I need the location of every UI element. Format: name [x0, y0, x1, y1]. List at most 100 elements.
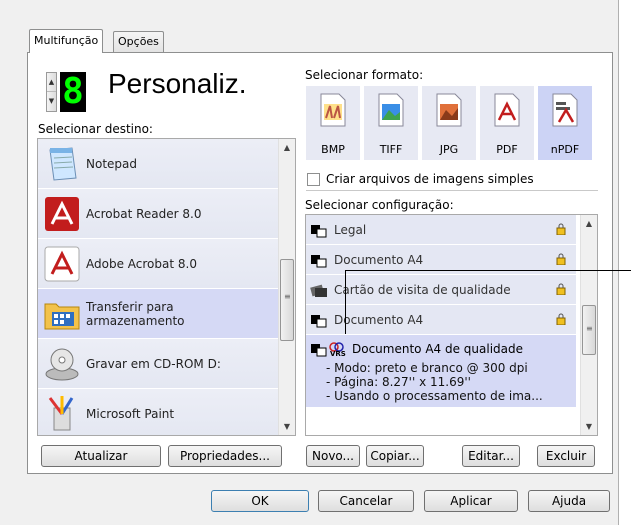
scanner-profile-icon: [311, 344, 327, 357]
configuration-item-label: Legal: [334, 222, 367, 237]
destination-list[interactable]: Notepad Acrobat Reader 8.0 Adobe Acrobat…: [37, 138, 296, 436]
lock-icon: [556, 313, 566, 325]
destination-item-label: Adobe Acrobat 8.0: [86, 256, 197, 271]
callout-line-vertical: [345, 270, 346, 334]
destination-item-label: Transferir para armazenamento: [86, 300, 184, 328]
tab-multifuncao[interactable]: Multifunção: [29, 29, 104, 53]
format-bmp[interactable]: BMP: [306, 86, 360, 160]
destination-item-label-line1: Transferir para: [86, 299, 174, 314]
configuration-selected-header: VRS Documento A4 de qualidade: [310, 341, 576, 357]
simple-images-option[interactable]: Criar arquivos de imagens simples: [307, 172, 534, 186]
configuration-label: Selecionar configuração:: [305, 198, 454, 212]
destination-item-paint[interactable]: Microsoft Paint: [38, 389, 280, 435]
format-tiff[interactable]: TIFF: [364, 86, 418, 160]
scanner-profile-icon: [311, 314, 327, 327]
profile-number: 8: [60, 72, 86, 112]
format-pdf[interactable]: PDF: [480, 86, 534, 160]
notepad-icon: [49, 146, 77, 181]
format-bmp-label: BMP: [321, 143, 345, 156]
svg-text:VRS: VRS: [330, 350, 346, 357]
configuration-detail-processing: - Usando o processamento de ima...: [326, 389, 543, 403]
novo-button[interactable]: Novo...: [306, 445, 360, 467]
acrobat-icon: [45, 196, 79, 231]
divider: [306, 190, 598, 191]
format-pdf-label: PDF: [496, 143, 518, 156]
scroll-up-icon[interactable]: ▲: [279, 139, 295, 156]
destination-item-label: Notepad: [86, 156, 137, 171]
vrs-icon: VRS: [329, 342, 346, 357]
scroll-up-icon[interactable]: ▲: [581, 215, 597, 232]
ajuda-button[interactable]: Ajuda: [528, 490, 610, 512]
format-npdf-label: nPDF: [550, 143, 580, 156]
grip-icon: ≡: [586, 324, 593, 333]
folder-icon: [44, 303, 80, 329]
destination-item-label: Gravar em CD-ROM D:: [86, 356, 221, 371]
dialog-window: Multifunção Opções ▲ ▼ 8 Personaliz. Sel…: [0, 0, 631, 525]
destination-item-label: Acrobat Reader 8.0: [86, 206, 202, 221]
configuration-selected-title: Documento A4 de qualidade: [352, 342, 524, 356]
format-jpg-label: JPG: [439, 143, 459, 156]
scroll-down-icon[interactable]: ▼: [581, 418, 597, 435]
destination-item-label: Microsoft Paint: [86, 406, 175, 421]
destination-scrollbar[interactable]: ▲ ≡ ▼: [278, 139, 295, 435]
acrobat-icon: [44, 246, 80, 281]
copiar-button[interactable]: Copiar...: [366, 445, 424, 467]
format-label: Selecionar formato:: [305, 68, 424, 82]
configuration-scrollbar[interactable]: ▲ ≡ ▼: [580, 215, 597, 435]
destination-item-notepad[interactable]: Notepad: [38, 139, 280, 189]
destination-item-label-line2: armazenamento: [86, 313, 185, 328]
configuration-item-label: Cartão de visita de qualidade: [334, 282, 511, 297]
scroll-thumb[interactable]: ≡: [582, 305, 596, 355]
configuration-item[interactable]: Documento A4: [306, 305, 576, 335]
tiff-icon: [378, 93, 404, 127]
lock-icon: [556, 253, 566, 265]
npdf-icon: [552, 93, 578, 127]
lock-icon: [556, 283, 566, 295]
configuration-item-label: Documento A4: [334, 312, 424, 327]
configuration-item-label: Documento A4: [334, 252, 424, 267]
scroll-thumb[interactable]: ≡: [280, 259, 294, 341]
atualizar-button[interactable]: Atualizar: [41, 445, 161, 467]
editar-button[interactable]: Editar...: [462, 445, 520, 467]
spin-up-icon[interactable]: ▲: [47, 73, 56, 92]
scanner-profile-icon: [311, 224, 327, 237]
grip-icon: ≡: [284, 292, 291, 301]
profile-name: Personaliz.: [108, 68, 247, 99]
pdf-icon: [494, 93, 520, 127]
destination-item-gravar-cd[interactable]: Gravar em CD-ROM D:: [38, 339, 280, 389]
configuration-selected-details: - Modo: preto e branco @ 300 dpi - Págin…: [326, 361, 576, 403]
configuration-item[interactable]: Legal: [306, 215, 576, 245]
bmp-icon: [320, 93, 346, 127]
spin-down-icon[interactable]: ▼: [47, 92, 56, 111]
simple-images-label: Criar arquivos de imagens simples: [326, 172, 534, 186]
configuration-item-selected[interactable]: VRS Documento A4 de qualidade - Modo: pr…: [306, 335, 576, 407]
ok-button[interactable]: OK: [211, 490, 309, 512]
destination-item-adobe-acrobat[interactable]: Adobe Acrobat 8.0: [38, 239, 280, 289]
excluir-button[interactable]: Excluir: [537, 445, 595, 467]
callout-line-horizontal: [345, 270, 631, 271]
simple-images-checkbox[interactable]: [307, 172, 320, 186]
paint-icon: [48, 395, 74, 430]
jpg-icon: [436, 93, 462, 127]
aplicar-button[interactable]: Aplicar: [424, 490, 518, 512]
business-card-icon: [310, 284, 327, 297]
configuration-item[interactable]: Cartão de visita de qualidade: [306, 275, 576, 305]
scroll-down-icon[interactable]: ▼: [279, 418, 295, 435]
destination-item-transferir[interactable]: Transferir para armazenamento: [38, 289, 280, 339]
propriedades-button[interactable]: Propriedades...: [168, 445, 282, 467]
cd-drive-icon: [45, 348, 79, 380]
configuration-detail-mode: - Modo: preto e branco @ 300 dpi: [326, 361, 528, 375]
scanner-profile-icon: [311, 254, 327, 267]
configuration-list[interactable]: Legal Documento A4 Cartão de visita de q…: [305, 214, 598, 436]
profile-counter: ▲ ▼ 8: [40, 70, 100, 118]
configuration-detail-page: - Página: 8.27'' x 11.69'': [326, 375, 471, 389]
profile-spinner[interactable]: ▲ ▼: [46, 72, 57, 112]
tab-opcoes[interactable]: Opções: [113, 31, 164, 53]
lock-icon: [556, 223, 566, 235]
format-jpg[interactable]: JPG: [422, 86, 476, 160]
format-tiff-label: TIFF: [379, 143, 403, 156]
cancelar-button[interactable]: Cancelar: [318, 490, 414, 512]
destination-label: Selecionar destino:: [38, 122, 153, 136]
format-npdf[interactable]: nPDF: [538, 86, 592, 160]
destination-item-acrobat-reader[interactable]: Acrobat Reader 8.0: [38, 189, 280, 239]
